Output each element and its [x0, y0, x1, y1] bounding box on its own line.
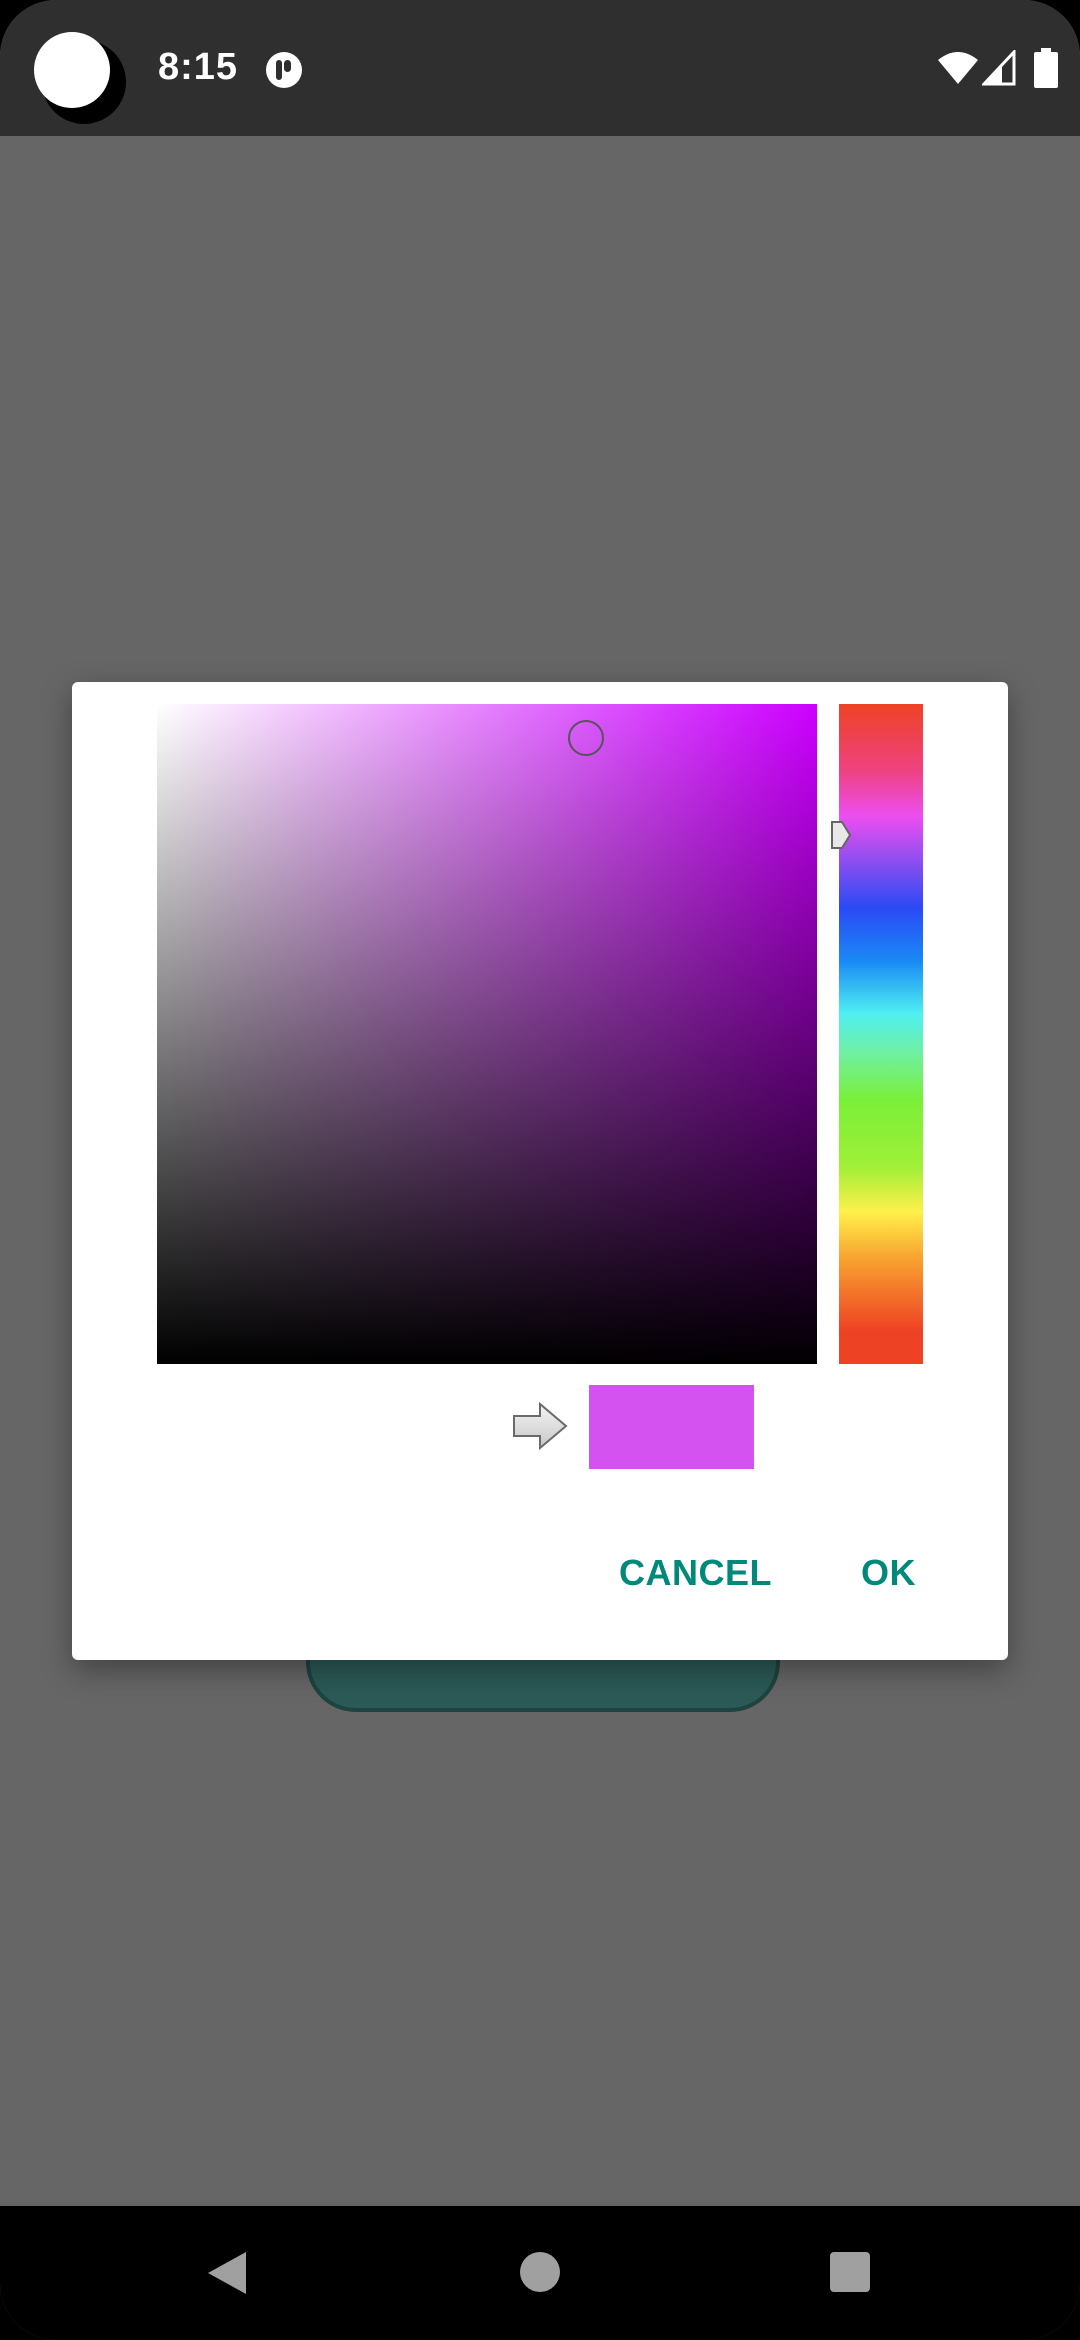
hue-slider[interactable] [839, 704, 923, 1364]
home-icon[interactable] [520, 2252, 560, 2292]
notification-app-icon [266, 52, 302, 88]
status-time: 8:15 [158, 46, 239, 88]
back-icon[interactable] [206, 2250, 248, 2296]
status-bar: 8:15 [0, 0, 1080, 136]
cellular-signal-icon [982, 50, 1016, 86]
hue-slider-handle[interactable] [830, 820, 852, 850]
color-selector-cursor[interactable] [568, 720, 604, 756]
value-gradient [157, 704, 817, 1364]
avatar [34, 32, 110, 108]
wifi-icon [938, 52, 978, 84]
saturation-value-panel[interactable] [157, 704, 817, 1364]
ok-button[interactable]: OK [861, 1552, 916, 1594]
recent-apps-icon[interactable] [830, 2252, 870, 2292]
battery-icon [1034, 48, 1058, 88]
selected-color-preview [589, 1385, 754, 1469]
cancel-button[interactable]: CANCEL [619, 1552, 772, 1594]
screen: 8:15 CANCEL OK [0, 0, 1080, 2340]
arrow-right-icon [513, 1402, 568, 1450]
